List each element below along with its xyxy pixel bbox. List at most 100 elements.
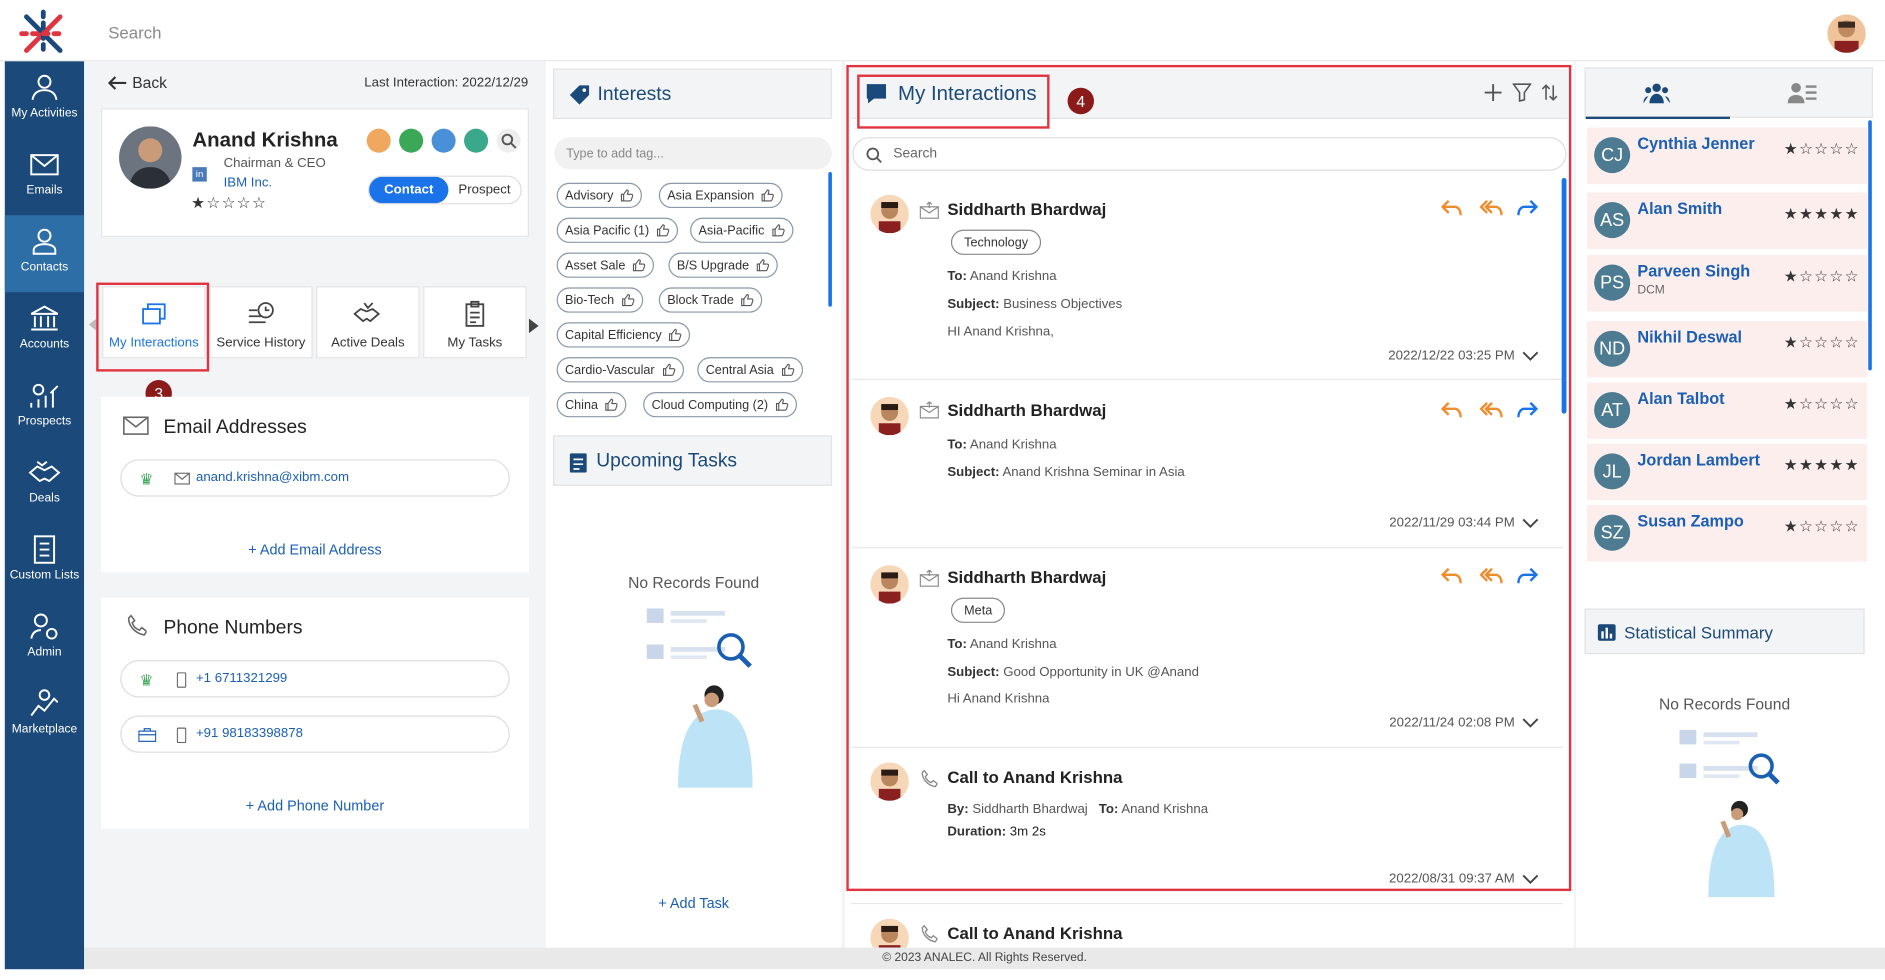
email-row[interactable]: ♛ anand.krishna@xibm.com: [120, 459, 510, 497]
app-logo[interactable]: [17, 7, 70, 60]
interest-tag[interactable]: Asia-Pacific: [690, 217, 794, 243]
interest-tag[interactable]: Asia Expansion: [658, 182, 784, 209]
sidebar-item-deals[interactable]: Deals: [5, 456, 84, 533]
related-contact-name[interactable]: Parveen Singh: [1637, 262, 1750, 280]
toggle-prospect[interactable]: Prospect: [448, 177, 520, 203]
add-email-button[interactable]: + Add Email Address: [101, 541, 529, 558]
related-contact-row[interactable]: AS Alan Smith ★★★★★: [1586, 192, 1868, 251]
tab-related-contacts[interactable]: [1585, 69, 1730, 120]
related-contact-rating[interactable]: ★★★★★: [1784, 204, 1860, 223]
contact-initials-avatar: JL: [1594, 453, 1631, 490]
sidebar-item-contacts[interactable]: Contacts: [4, 215, 85, 293]
related-contact-row[interactable]: CJ Cynthia Jenner ★☆☆☆☆: [1586, 127, 1868, 186]
tabs-prev-arrow-icon[interactable]: [88, 318, 97, 331]
thumbs-up-icon[interactable]: [662, 363, 675, 376]
sidebar-item-emails[interactable]: Emails: [5, 148, 84, 225]
contact-name: Anand Krishna: [192, 128, 338, 152]
sidebar-item-admin[interactable]: Admin: [5, 610, 84, 687]
thumbs-up-icon[interactable]: [633, 259, 646, 272]
interest-tag[interactable]: China: [556, 392, 627, 418]
note-action-icon[interactable]: [464, 128, 489, 153]
add-task-button[interactable]: + Add Task: [546, 895, 842, 912]
contact-icon: [32, 228, 57, 255]
primary-crown-icon: ♛: [139, 670, 154, 690]
email-action-icon[interactable]: [366, 128, 391, 153]
sidebar-item-my-activities[interactable]: My Activities: [5, 71, 84, 148]
phone-number[interactable]: +91 98183398878: [196, 726, 303, 740]
thumbs-up-icon[interactable]: [621, 189, 634, 202]
meeting-action-icon[interactable]: [431, 128, 456, 153]
top-bar: Search: [0, 0, 1885, 62]
sidebar-item-prospects[interactable]: Prospects: [5, 379, 84, 456]
interest-tag[interactable]: B/S Upgrade: [668, 252, 778, 278]
thumbs-up-icon[interactable]: [761, 189, 775, 202]
email-address[interactable]: anand.krishna@xibm.com: [196, 470, 349, 484]
contact-rating[interactable]: ★☆☆☆☆: [191, 194, 267, 213]
thumbs-up-icon[interactable]: [772, 224, 785, 237]
related-contact-rating[interactable]: ★☆☆☆☆: [1784, 517, 1860, 536]
contacts-scrollbar[interactable]: [1868, 120, 1872, 371]
interest-tag[interactable]: Asset Sale: [556, 252, 655, 278]
primary-crown-icon: ♛: [139, 470, 154, 489]
phone-row[interactable]: +91 98183398878: [120, 715, 510, 753]
related-contact-rating[interactable]: ★★★★★: [1784, 456, 1860, 475]
interest-tag[interactable]: Asia Pacific (1): [556, 217, 679, 243]
thumbs-up-icon[interactable]: [775, 398, 789, 411]
tags-scrollbar[interactable]: [828, 171, 832, 307]
related-contact-rating[interactable]: ★☆☆☆☆: [1784, 333, 1860, 352]
tab-active-deals[interactable]: Active Deals: [316, 286, 420, 359]
sidebar-item-marketplace[interactable]: Marketplace: [5, 687, 84, 764]
interest-tag[interactable]: Cloud Computing (2): [643, 392, 797, 418]
global-search-input[interactable]: Search: [108, 23, 161, 42]
thumbs-up-icon[interactable]: [621, 293, 635, 307]
sidebar-item-accounts[interactable]: Accounts: [5, 302, 84, 379]
phone-number[interactable]: +1 6711321299: [196, 671, 287, 685]
call-action-icon[interactable]: [399, 128, 424, 153]
user-avatar[interactable]: [1827, 14, 1866, 53]
linkedin-icon[interactable]: in: [192, 167, 207, 182]
interest-tag[interactable]: Central Asia: [697, 357, 803, 383]
envelope-icon: [174, 472, 190, 485]
related-contact-name[interactable]: Alan Talbot: [1637, 390, 1724, 408]
add-phone-button[interactable]: + Add Phone Number: [101, 797, 529, 814]
back-button[interactable]: Back: [108, 73, 167, 91]
sidebar-item-custom-lists[interactable]: Custom Lists: [5, 533, 84, 610]
thumbs-up-icon[interactable]: [656, 224, 670, 237]
related-contact-rating[interactable]: ★☆☆☆☆: [1784, 267, 1860, 286]
related-contact-name[interactable]: Cynthia Jenner: [1637, 135, 1754, 153]
phone-row[interactable]: ♛ +1 6711321299: [120, 660, 510, 698]
related-contact-rating[interactable]: ★☆☆☆☆: [1784, 394, 1860, 413]
related-contact-name[interactable]: Susan Zampo: [1637, 512, 1743, 530]
interaction-item[interactable]: Call to Anand Krishna: [851, 904, 1563, 948]
interest-tag[interactable]: Bio-Tech: [556, 287, 644, 313]
contact-company[interactable]: IBM Inc.: [224, 176, 273, 190]
related-contact-name[interactable]: Alan Smith: [1637, 200, 1722, 218]
related-contact-name[interactable]: Jordan Lambert: [1637, 451, 1760, 469]
tab-contact-details[interactable]: [1730, 69, 1874, 120]
related-contact-row[interactable]: SZ Susan Zampo ★☆☆☆☆: [1586, 505, 1868, 563]
tab-service-history[interactable]: Service History: [209, 286, 313, 359]
thumbs-up-icon[interactable]: [756, 259, 770, 272]
related-contact-row[interactable]: ND Nikhil Deswal ★☆☆☆☆: [1586, 321, 1868, 379]
tag-input[interactable]: Type to add tag...: [554, 137, 832, 170]
interest-tag[interactable]: Cardio-Vascular: [556, 357, 684, 383]
related-contact-row[interactable]: PS Parveen Singh DCM ★☆☆☆☆: [1586, 254, 1868, 313]
related-contact-rating[interactable]: ★☆☆☆☆: [1784, 139, 1860, 158]
thumbs-up-icon[interactable]: [669, 328, 682, 341]
related-contact-name[interactable]: Nikhil Deswal: [1637, 328, 1742, 346]
thumbs-up-icon[interactable]: [605, 398, 619, 411]
email-heading: Email Addresses: [163, 417, 307, 438]
interest-tag-label: Advisory: [565, 188, 614, 203]
tab-my-tasks[interactable]: My Tasks: [423, 286, 527, 359]
thumbs-up-icon[interactable]: [741, 293, 754, 307]
toggle-contact[interactable]: Contact: [369, 176, 449, 204]
stats-header: Statistical Summary: [1584, 608, 1865, 655]
interest-tag[interactable]: Capital Efficiency: [556, 322, 691, 348]
search-icon[interactable]: [496, 128, 521, 153]
interest-tag[interactable]: Block Trade: [658, 287, 763, 313]
thumbs-up-icon[interactable]: [781, 363, 794, 376]
related-contact-row[interactable]: AT Alan Talbot ★☆☆☆☆: [1586, 382, 1868, 441]
tabs-next-arrow-icon[interactable]: [528, 318, 539, 334]
related-contact-row[interactable]: JL Jordan Lambert ★★★★★: [1586, 443, 1868, 502]
interest-tag[interactable]: Advisory: [556, 182, 643, 209]
